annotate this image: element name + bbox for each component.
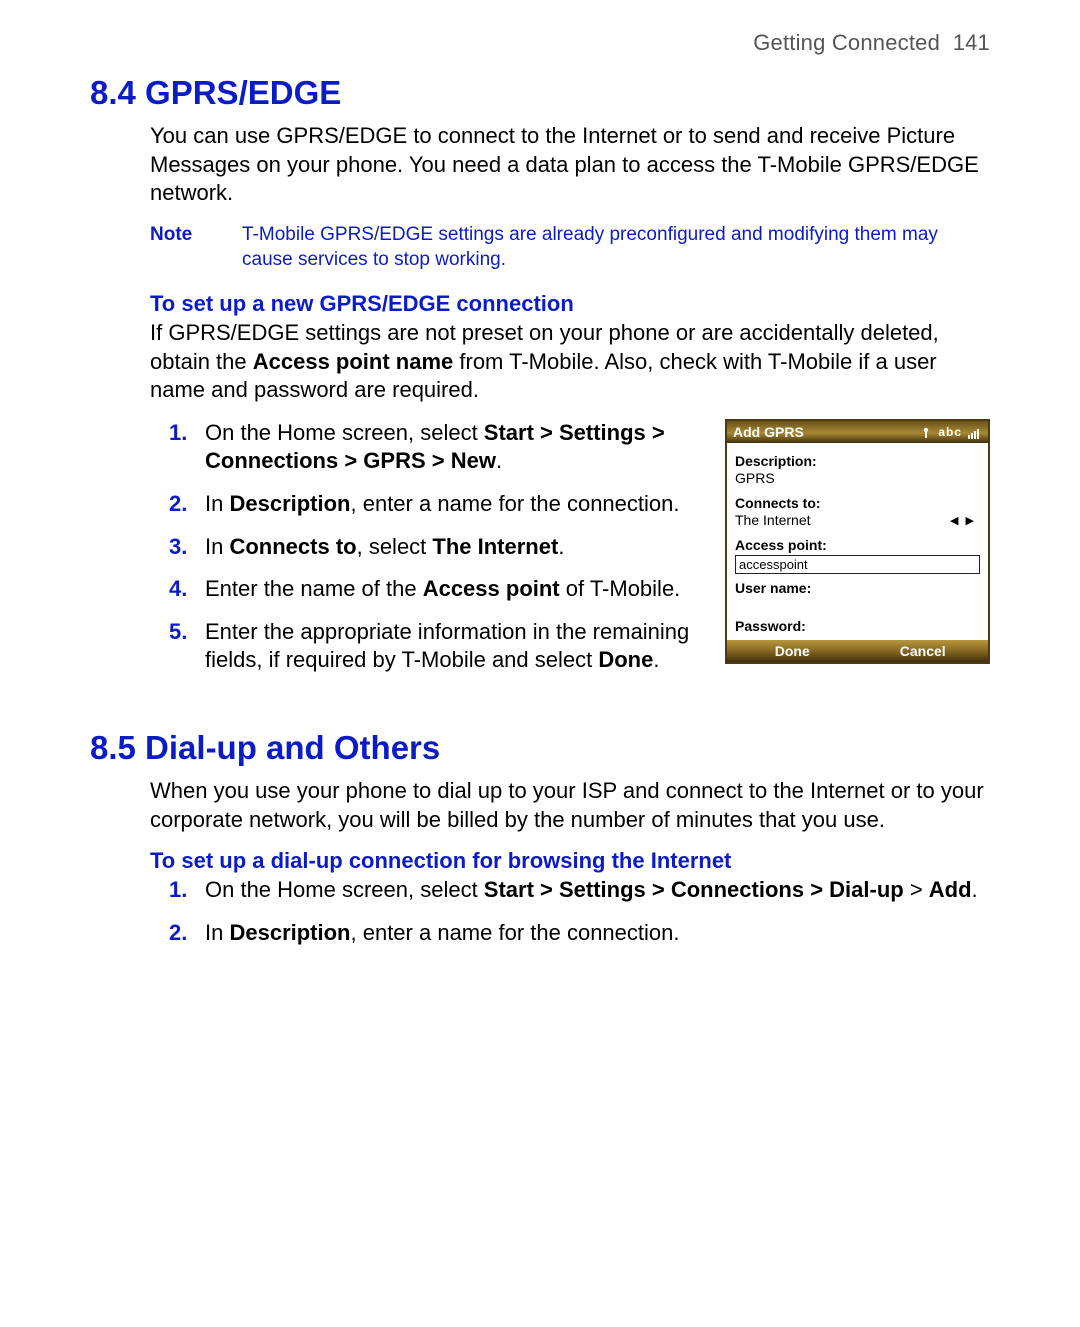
steps-column: On the Home screen, select Start > Setti… [150,419,703,689]
phone-titlebar: Add GPRS abc [727,421,988,443]
input-access-point[interactable]: accesspoint [735,555,980,574]
softkey-done[interactable]: Done [727,640,858,662]
section-8-4-para2: If GPRS/EDGE settings are not preset on … [90,319,990,405]
d-step2-b: , enter a name for the connection. [351,920,680,945]
list-item: Enter the name of the Access point of T-… [205,575,703,604]
signal-icon [968,425,982,439]
connection-icon [920,425,932,439]
list-item: In Connects to, select The Internet. [205,533,703,562]
label-access-point: Access point: [735,537,980,553]
gprs-steps-list: On the Home screen, select Start > Setti… [150,419,703,675]
step5-bold: Done [598,647,653,672]
step3-a: In [205,534,229,559]
phone-form-body: Description: GPRS Connects to: The Inter… [727,443,988,640]
step3-b: . [558,534,564,559]
subhead-setup-gprs: To set up a new GPRS/EDGE connection [90,291,990,317]
step5-b: . [653,647,659,672]
step4-b: of T-Mobile. [560,576,681,601]
step1-b: . [496,448,502,473]
d-step1-a: On the Home screen, select [205,877,484,902]
connects-to-selector[interactable]: The Internet ◀ ▶ [735,511,980,531]
d-step2-a: In [205,920,229,945]
two-column-row: On the Home screen, select Start > Setti… [90,419,990,689]
para2-bold: Access point name [253,349,454,374]
list-item: On the Home screen, select Start > Setti… [205,876,990,905]
running-header: Getting Connected 141 [90,30,990,56]
manual-page: Getting Connected 141 8.4 GPRS/EDGE You … [0,0,1080,1327]
section-8-4-intro: You can use GPRS/EDGE to connect to the … [90,122,990,208]
step3-bold1: Connects to [229,534,356,559]
label-description: Description: [735,453,980,469]
d-step1-b: . [972,877,978,902]
d-step1-bold: Start > Settings > Connections > Dial-up [484,877,904,902]
note-label: Note [150,222,242,273]
section-8-5-intro: When you use your phone to dial up to yo… [90,777,990,834]
note-block: Note T-Mobile GPRS/EDGE settings are alr… [90,222,990,273]
dialup-steps-list: On the Home screen, select Start > Setti… [150,876,990,947]
list-item: On the Home screen, select Start > Setti… [205,419,703,476]
phone-screenshot: Add GPRS abc Description: GPRS Connects … [725,419,990,664]
input-mode-indicator: abc [938,425,962,439]
step1-a: On the Home screen, select [205,420,484,445]
step4-bold: Access point [423,576,560,601]
selector-arrows-icon: ◀ ▶ [950,514,980,527]
label-user-name: User name: [735,580,980,596]
d-step2-bold: Description [229,920,350,945]
step2-b: , enter a name for the connection. [351,491,680,516]
list-item: In Description, enter a name for the con… [205,490,703,519]
label-connects-to: Connects to: [735,495,980,511]
softkey-cancel[interactable]: Cancel [858,640,989,662]
step2-bold: Description [229,491,350,516]
list-item: Enter the appropriate information in the… [205,618,703,675]
step3-bold2: The Internet [432,534,558,559]
list-item: In Description, enter a name for the con… [205,919,990,948]
section-heading-8-5: 8.5 Dial-up and Others [90,729,990,767]
page-number: 141 [953,30,990,55]
note-text: T-Mobile GPRS/EDGE settings are already … [242,222,990,273]
step2-a: In [205,491,229,516]
step4-a: Enter the name of the [205,576,423,601]
chapter-title: Getting Connected [753,30,940,55]
step3-mid: , select [357,534,433,559]
subhead-setup-dialup: To set up a dial-up connection for brows… [90,848,990,874]
value-user-name[interactable] [735,596,980,612]
value-description[interactable]: GPRS [735,469,980,489]
label-password: Password: [735,618,980,634]
section-heading-8-4: 8.4 GPRS/EDGE [90,74,990,112]
d-step1-mid: > [904,877,929,902]
phone-title: Add GPRS [733,424,804,440]
phone-status-icons: abc [920,425,982,439]
value-connects-to: The Internet [735,511,811,531]
phone-softkey-bar: Done Cancel [727,640,988,662]
d-step1-bold2: Add [929,877,972,902]
dialup-steps-wrap: On the Home screen, select Start > Setti… [90,876,990,947]
